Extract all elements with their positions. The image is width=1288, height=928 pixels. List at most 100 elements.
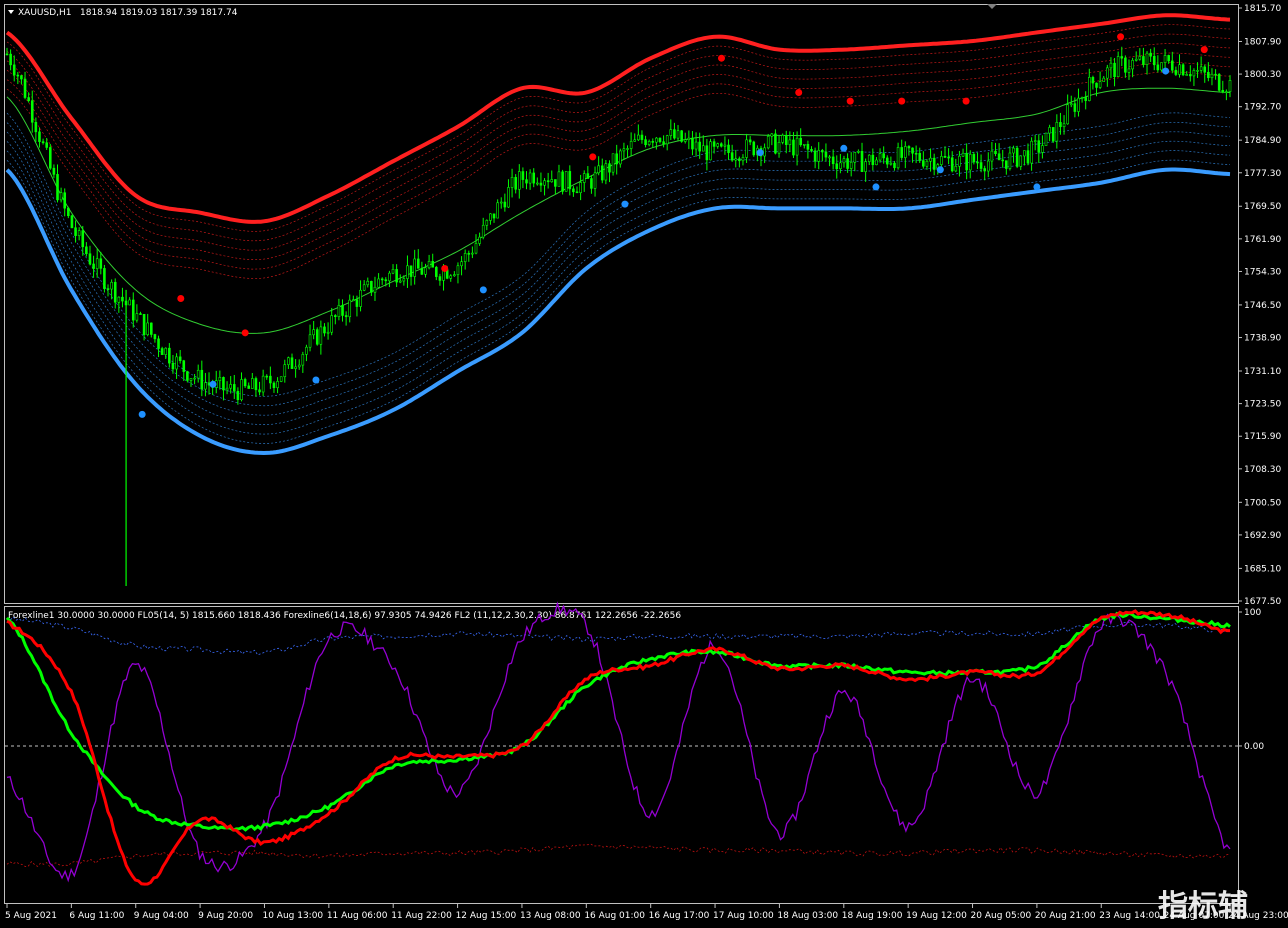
indicator-readout: Forexline1 30.0000 30.0000 FL05(14, 5) 1… — [8, 611, 681, 621]
candle-body — [1080, 97, 1084, 99]
candle-body — [550, 179, 554, 183]
candle-body — [85, 246, 88, 255]
candle-body — [904, 146, 907, 158]
candle-body — [478, 236, 481, 244]
signal-dot-blue — [138, 410, 146, 418]
candle-body — [968, 154, 972, 171]
candle-body — [186, 371, 189, 381]
signal-dot-blue — [209, 380, 217, 388]
candle-body — [842, 158, 846, 164]
candle-body — [709, 141, 712, 161]
candle-body — [701, 145, 705, 152]
lower-inner-band — [6, 159, 1231, 444]
candle-body — [637, 134, 640, 141]
candle-body — [175, 356, 178, 370]
candle-body — [806, 144, 810, 150]
candle-body — [976, 161, 979, 164]
time-tick-label: 20 Aug 21:00 — [1035, 911, 1096, 921]
price-tick-label: 1731.10 — [1244, 367, 1281, 377]
candle-body — [150, 322, 153, 335]
watermark-text: 指标辅 — [1158, 889, 1248, 924]
candle-body — [276, 381, 279, 389]
candle-body — [467, 253, 471, 255]
candle-body — [536, 182, 539, 185]
candle-body — [229, 384, 232, 389]
candle-body — [77, 230, 81, 236]
price-tick-label: 1738.90 — [1244, 334, 1281, 344]
candle-body — [471, 252, 474, 255]
candle-body — [777, 141, 781, 154]
candle-body — [330, 315, 333, 333]
candle-body — [1185, 74, 1189, 76]
candle-body — [362, 284, 366, 291]
trading-chart[interactable]: XAUUSD,H1 1818.94 1819.03 1817.39 1817.7… — [0, 0, 1288, 928]
candle-body — [730, 152, 734, 161]
candle-body — [720, 143, 723, 147]
candle-body — [103, 268, 106, 289]
candle-body — [333, 315, 337, 317]
time-tick-label: 23 Aug 14:00 — [1099, 911, 1160, 921]
candle-body — [99, 258, 103, 269]
candle-body — [514, 177, 517, 190]
candle-body — [88, 253, 92, 265]
osc-green-line — [5, 611, 1231, 832]
candle-body — [460, 261, 463, 267]
candle-body — [1127, 68, 1131, 73]
candle-body — [1160, 62, 1163, 71]
candle-body — [579, 182, 582, 193]
candle-body — [691, 137, 694, 150]
lower-inner-band — [6, 112, 1231, 397]
price-tick-label: 1800.30 — [1244, 70, 1281, 80]
candle-body — [564, 171, 568, 192]
candle-body — [164, 347, 168, 355]
candle-body — [1163, 55, 1167, 63]
candle-body — [1113, 62, 1116, 78]
candle-body — [965, 152, 968, 171]
candle-body — [521, 171, 525, 180]
candle-body — [1149, 52, 1152, 57]
osc-lower-level — [6, 843, 1231, 868]
candle-body — [222, 377, 225, 391]
candle-body — [1048, 127, 1051, 134]
candle-body — [1033, 140, 1037, 142]
candle-body — [629, 141, 633, 149]
candle-body — [546, 180, 550, 183]
candle-body — [1203, 66, 1207, 73]
candle-body — [67, 207, 70, 217]
candle-body — [543, 180, 546, 186]
time-tick-label: 6 Aug 11:00 — [69, 911, 124, 921]
candle-body — [1037, 140, 1041, 153]
candle-body — [1124, 57, 1127, 73]
candle-body — [835, 163, 839, 170]
price-tick-label: 1815.70 — [1244, 4, 1281, 14]
candle-body — [398, 280, 402, 283]
shift-marker-icon[interactable] — [987, 4, 997, 9]
lower-inner-band — [6, 140, 1231, 425]
dropdown-triangle-icon[interactable] — [8, 10, 14, 14]
candle-body — [961, 152, 965, 157]
candle-body — [312, 329, 315, 336]
candle-body — [662, 141, 665, 145]
time-tick-label: 13 Aug 08:00 — [520, 911, 581, 921]
candle-body — [676, 130, 680, 139]
candle-body — [171, 362, 175, 370]
upper-inner-band — [6, 62, 1231, 270]
osc-tick-label: 100 — [1244, 608, 1261, 618]
candle-body — [593, 172, 597, 189]
candle-body — [1109, 62, 1113, 69]
candle-body — [900, 147, 904, 158]
candle-body — [979, 162, 983, 169]
price-tick-label: 1715.90 — [1244, 432, 1281, 442]
time-tick-label: 10 Aug 13:00 — [262, 911, 323, 921]
candle-body — [243, 379, 247, 387]
candle-body — [929, 157, 932, 162]
candle-body — [45, 142, 48, 148]
candle-body — [153, 334, 157, 340]
candle-body — [640, 134, 644, 140]
candle-body — [896, 147, 900, 169]
candle-body — [604, 163, 608, 181]
candle-body — [907, 146, 911, 149]
candle-body — [110, 281, 113, 290]
candle-body — [1019, 155, 1023, 167]
candle-body — [1098, 81, 1102, 88]
